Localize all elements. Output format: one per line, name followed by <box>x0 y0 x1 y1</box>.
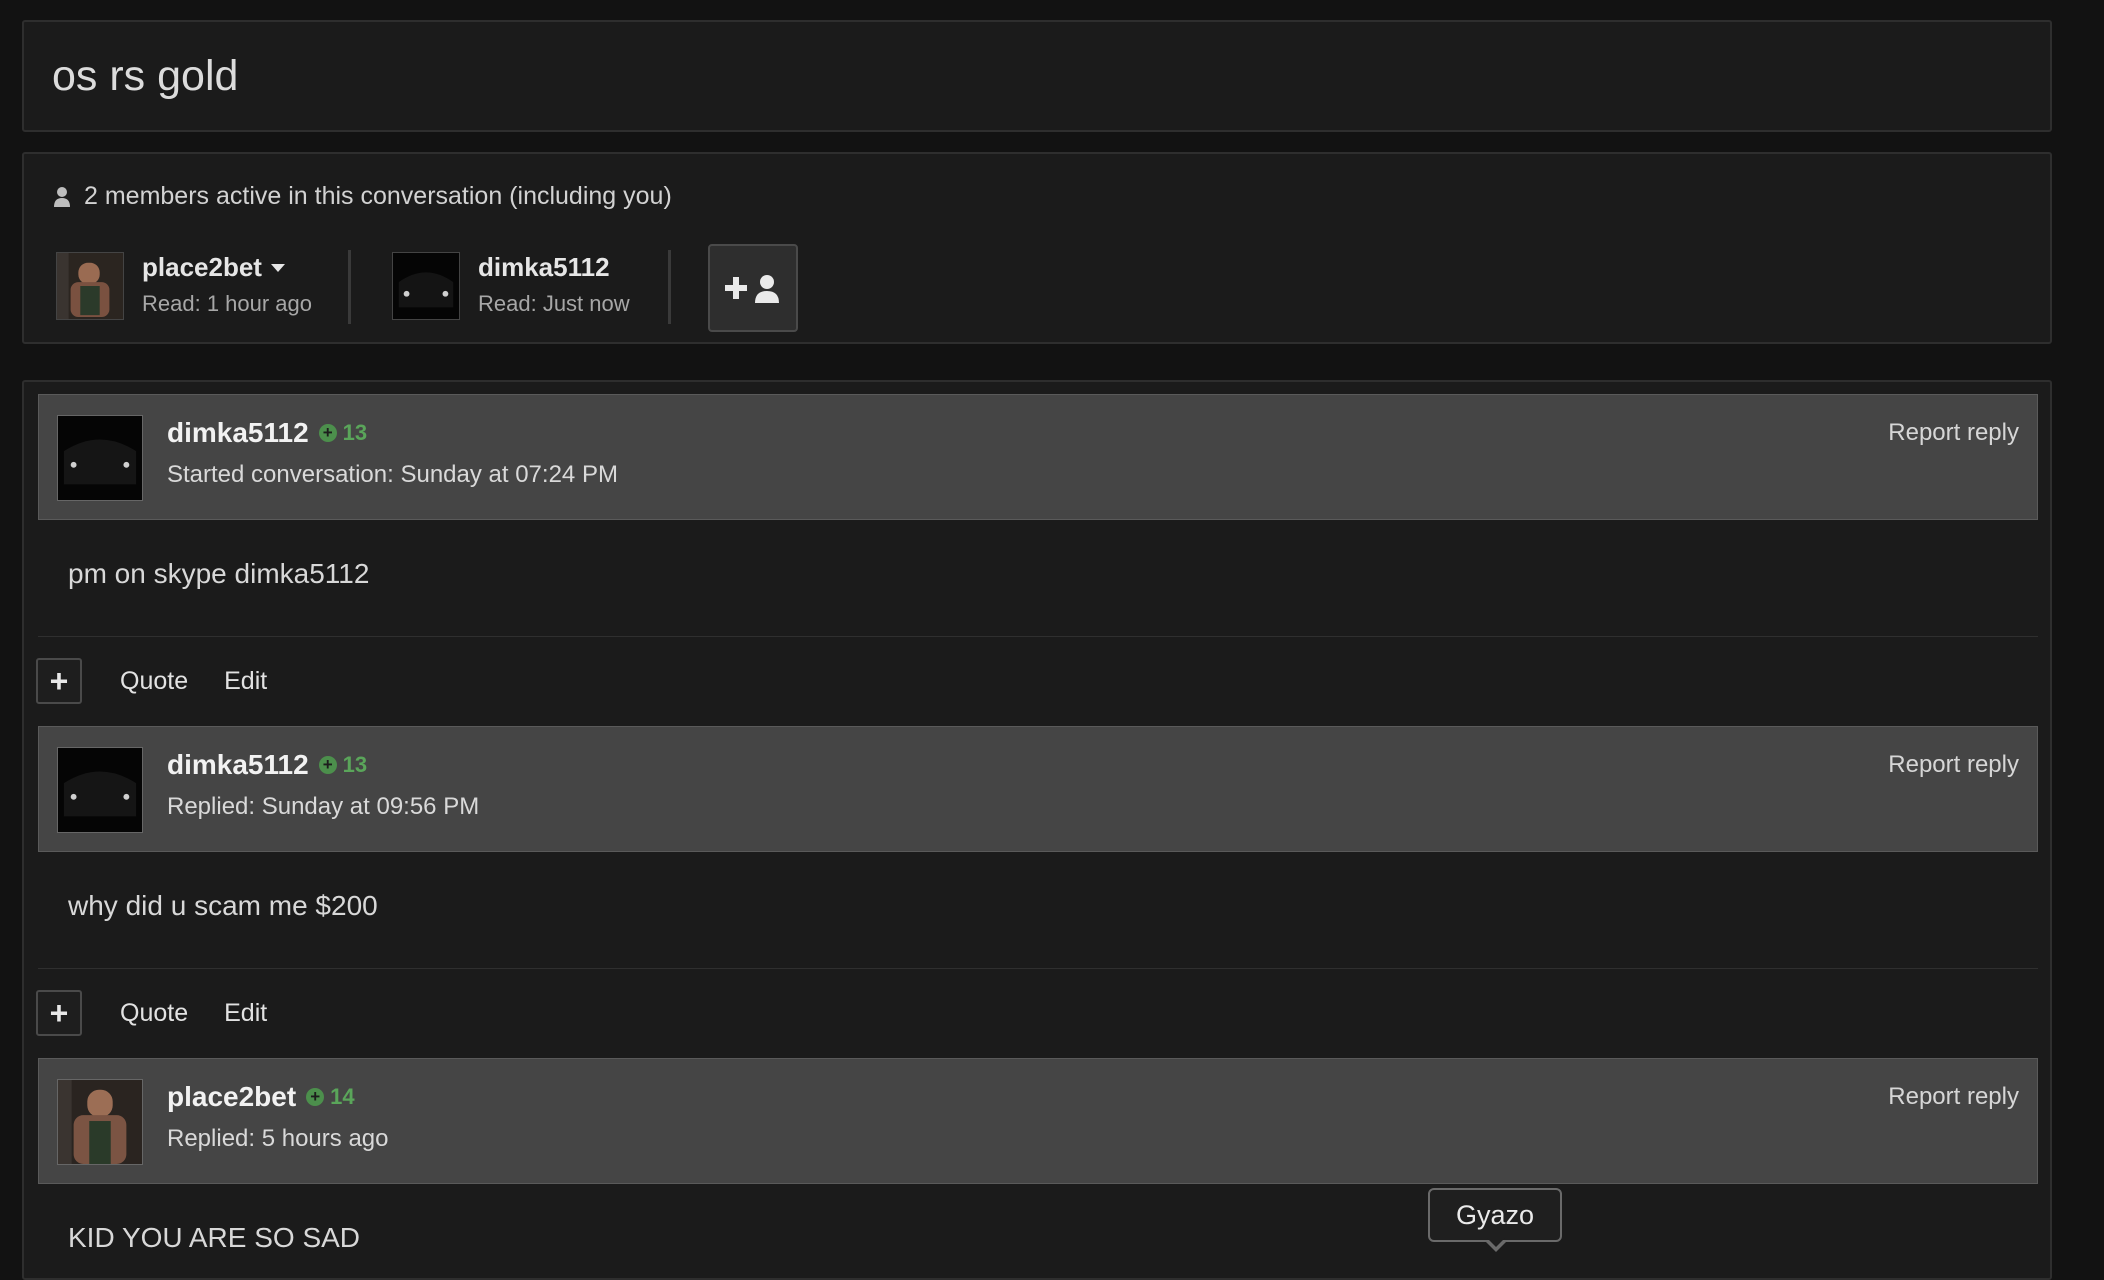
message-meta: Replied: 5 hours ago <box>167 1125 389 1152</box>
member-dimka5112[interactable]: dimka5112 Read: Just now <box>392 252 630 320</box>
avatar[interactable] <box>57 747 143 833</box>
edit-button[interactable]: Edit <box>224 667 267 696</box>
message-body: pm on skype dimka5112 <box>68 558 370 589</box>
more-actions-button[interactable]: + <box>36 658 82 704</box>
reputation-badge: +13 <box>318 420 367 446</box>
conversation-panel: dimka5112 +13 Started conversation: Sund… <box>22 380 2052 1280</box>
invite-member-button[interactable] <box>708 244 798 332</box>
gyazo-tooltip: Gyazo <box>1428 1188 1562 1242</box>
plus-circle-icon: + <box>318 756 337 774</box>
message-username[interactable]: dimka5112 +13 <box>167 749 367 781</box>
message-meta: Replied: Sunday at 09:56 PM <box>167 793 480 820</box>
avatar[interactable] <box>57 415 143 501</box>
message-header: dimka5112 +13 Started conversation: Sund… <box>38 394 2038 520</box>
message-body: KID YOU ARE SO SAD <box>68 1222 361 1253</box>
message-header: dimka5112 +13 Replied: Sunday at 09:56 P… <box>38 726 2038 852</box>
member-divider <box>668 250 671 324</box>
avatar[interactable] <box>57 1079 143 1165</box>
member-read-status: Read: 1 hour ago <box>142 291 313 316</box>
quote-button[interactable]: Quote <box>120 999 188 1028</box>
message-divider <box>38 636 2038 637</box>
message-header: place2bet +14 Replied: 5 hours ago Repor… <box>38 1058 2038 1184</box>
members-panel: 2 members active in this conversation (i… <box>22 152 2052 344</box>
message-actions: + Quote Edit <box>36 990 303 1036</box>
member-name[interactable]: dimka5112 <box>478 252 630 283</box>
report-reply-link[interactable]: Report reply <box>1888 751 2019 779</box>
plus-circle-icon: + <box>318 424 337 442</box>
avatar[interactable] <box>56 252 124 320</box>
tooltip-arrow-inner <box>1487 1238 1505 1247</box>
quote-button[interactable]: Quote <box>120 667 188 696</box>
add-user-icon <box>725 275 779 303</box>
members-header: 2 members active in this conversation (i… <box>54 182 672 211</box>
page-title: os rs gold <box>52 52 239 100</box>
conversation-title-panel: os rs gold <box>22 20 2052 132</box>
message-username[interactable]: place2bet +14 <box>167 1081 355 1113</box>
chevron-down-icon[interactable] <box>270 263 286 273</box>
reputation-badge: +13 <box>318 752 367 778</box>
member-read-status: Read: Just now <box>478 291 630 316</box>
member-divider <box>348 250 351 324</box>
message-body: why did u scam me $200 <box>68 890 378 921</box>
report-reply-link[interactable]: Report reply <box>1888 1083 2019 1111</box>
more-actions-button[interactable]: + <box>36 990 82 1036</box>
message-actions: + Quote Edit <box>36 658 303 704</box>
message-username[interactable]: dimka5112 +13 <box>167 417 367 449</box>
member-place2bet[interactable]: place2bet Read: 1 hour ago <box>56 252 312 320</box>
message-divider <box>38 968 2038 969</box>
members-header-text: 2 members active in this conversation (i… <box>84 182 672 210</box>
plus-circle-icon: + <box>306 1088 325 1106</box>
report-reply-link[interactable]: Report reply <box>1888 419 2019 447</box>
user-icon <box>54 186 70 207</box>
edit-button[interactable]: Edit <box>224 999 267 1028</box>
message-meta: Started conversation: Sunday at 07:24 PM <box>167 461 618 488</box>
member-name[interactable]: place2bet <box>142 252 312 283</box>
avatar[interactable] <box>392 252 460 320</box>
reputation-badge: +14 <box>306 1084 355 1110</box>
